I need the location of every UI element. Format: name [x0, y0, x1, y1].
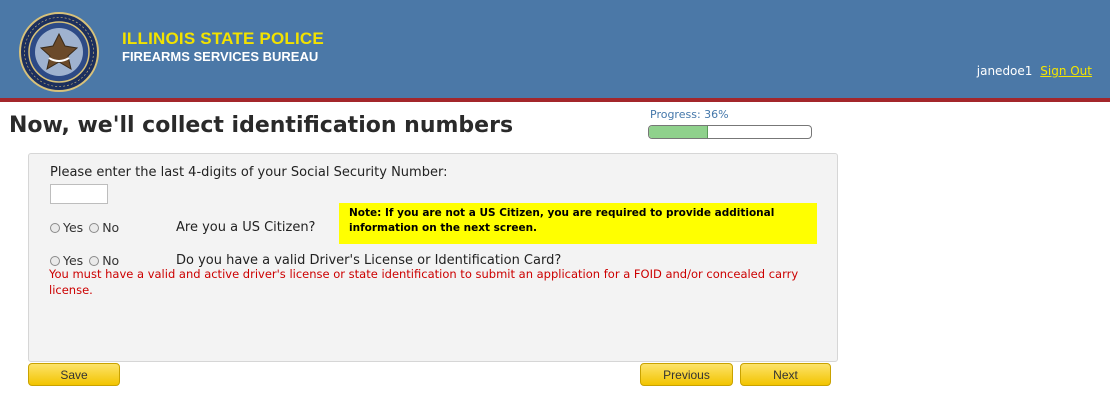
citizen-note: Note: If you are not a US Citizen, you a… — [339, 203, 817, 244]
bureau-name: FIREARMS SERVICES BUREAU — [122, 49, 319, 64]
progress-label: Progress: 36% — [650, 108, 729, 121]
agency-branding: ILLINOIS STATE POLICE FIREARMS SERVICES … — [122, 30, 324, 65]
radio-button-icon[interactable] — [50, 255, 60, 266]
progress-bar-fill — [649, 126, 709, 138]
site-header: ILLINOIS STATE POLICE FIREARMS SERVICES … — [0, 0, 1110, 98]
agency-name: ILLINOIS STATE POLICE — [122, 29, 324, 48]
sign-out-link[interactable]: Sign Out — [1040, 64, 1092, 78]
ssn-last4-input[interactable] — [50, 184, 108, 204]
save-button[interactable]: Save — [28, 363, 120, 386]
user-area: janedoe1 Sign Out — [977, 64, 1092, 78]
radio-button-icon[interactable] — [50, 222, 60, 233]
citizen-no-radio[interactable]: No — [89, 220, 119, 235]
state-police-seal-icon — [19, 12, 99, 92]
license-warning: You must have a valid and active driver'… — [49, 267, 799, 297]
citizen-no-label: No — [102, 220, 120, 235]
username: janedoe1 — [976, 64, 1033, 78]
citizen-radio-group: Yes No — [50, 220, 123, 235]
radio-button-icon[interactable] — [89, 255, 100, 266]
page-title: Now, we'll collect identification number… — [9, 113, 514, 138]
radio-button-icon[interactable] — [89, 222, 100, 233]
citizen-yes-label: Yes — [63, 220, 84, 235]
progress-bar — [648, 125, 812, 139]
citizen-yes-radio[interactable]: Yes — [50, 220, 83, 235]
next-button[interactable]: Next — [740, 363, 831, 386]
citizen-question: Are you a US Citizen? — [176, 220, 316, 235]
header-divider — [0, 98, 1110, 102]
ssn-label: Please enter the last 4-digits of your S… — [50, 165, 448, 180]
previous-button[interactable]: Previous — [640, 363, 733, 386]
